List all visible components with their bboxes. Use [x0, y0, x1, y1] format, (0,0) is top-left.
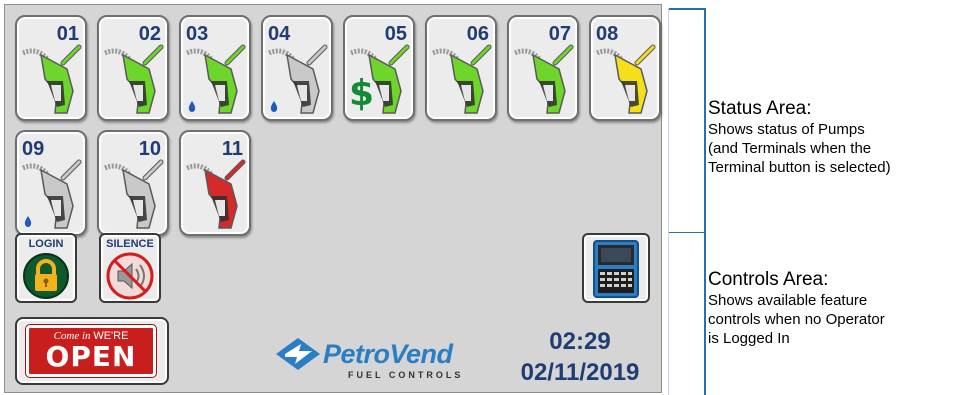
- fuel-nozzle-icon: [596, 44, 656, 114]
- clock-time: 02:29: [549, 328, 611, 355]
- status-area-note: Status Area: Shows status of Pumps (and …: [708, 98, 955, 177]
- pump-button-11[interactable]: 11: [179, 130, 251, 236]
- status-area-line-2: (and Terminals when the: [708, 140, 872, 157]
- annotation-vertical-line: [704, 8, 706, 395]
- status-area-line-1: Shows status of Pumps: [708, 121, 865, 138]
- annotation-divider-line: [668, 232, 706, 233]
- dollar-icon: $: [349, 73, 375, 114]
- pump-button-04[interactable]: 04: [261, 15, 333, 121]
- open-sign: Come in WE'RE OPEN: [25, 324, 157, 378]
- logo-name: PetroVend: [323, 339, 453, 369]
- open-sign-button[interactable]: Come in WE'RE OPEN: [15, 317, 169, 385]
- controls-area-line-3: is Logged In: [708, 330, 790, 347]
- controls-area-line-2: controls when no Operator: [708, 311, 885, 328]
- padlock-icon: [23, 253, 69, 299]
- status-area-title: Status Area:: [708, 98, 812, 119]
- petrovend-logo: PetroVend FUEL CONTROLS: [275, 335, 490, 383]
- fuel-nozzle-icon: [22, 44, 82, 114]
- fuel-drip-icon: [24, 216, 32, 227]
- login-button[interactable]: LOGIN: [15, 233, 77, 303]
- pump-button-02[interactable]: 02: [97, 15, 169, 121]
- fuel-drip-icon: [270, 101, 278, 112]
- annotation-gutter-line: [668, 8, 669, 395]
- fuel-nozzle-icon: [104, 44, 164, 114]
- pump-button-03[interactable]: 03: [179, 15, 251, 121]
- fuel-nozzle-icon: [514, 44, 574, 114]
- pump-button-07[interactable]: 07: [507, 15, 579, 121]
- fuel-nozzle-icon: [186, 159, 246, 229]
- pump-button-01[interactable]: 01: [15, 15, 87, 121]
- pump-button-08[interactable]: 08: [589, 15, 661, 121]
- fuel-nozzle-icon: [432, 44, 492, 114]
- clock: 02:29 02/11/2019: [510, 327, 650, 389]
- fuel-drip-icon: [188, 101, 196, 112]
- controls-area-line-1: Shows available feature: [708, 292, 868, 309]
- terminal-device-icon: [593, 240, 639, 298]
- controls-area-title: Controls Area:: [708, 269, 829, 290]
- status-area-line-3: Terminal button is selected): [708, 159, 891, 176]
- muted-speaker-icon: [106, 252, 154, 300]
- pump-button-10[interactable]: 10: [97, 130, 169, 236]
- controls-area-note: Controls Area: Shows available feature c…: [708, 269, 955, 348]
- fuel-nozzle-icon: [104, 159, 164, 229]
- login-label: LOGIN: [28, 238, 64, 250]
- pump-button-05[interactable]: 05 $: [343, 15, 415, 121]
- pump-button-06[interactable]: 06: [425, 15, 497, 121]
- silence-label: SILENCE: [106, 238, 154, 250]
- status-panel: 01 02 03 04 05 $06 07 08 09 10 11 LOGIN SILENCE: [4, 4, 662, 393]
- terminal-button[interactable]: [582, 233, 650, 303]
- logo-subtitle: FUEL CONTROLS: [348, 370, 464, 380]
- silence-button[interactable]: SILENCE: [99, 233, 161, 303]
- pump-button-09[interactable]: 09: [15, 130, 87, 236]
- petrovend-logo-icon: [276, 338, 320, 370]
- open-sign-text: OPEN: [45, 340, 137, 373]
- annotation-bracket-line: [668, 8, 706, 10]
- clock-date: 02/11/2019: [520, 359, 640, 386]
